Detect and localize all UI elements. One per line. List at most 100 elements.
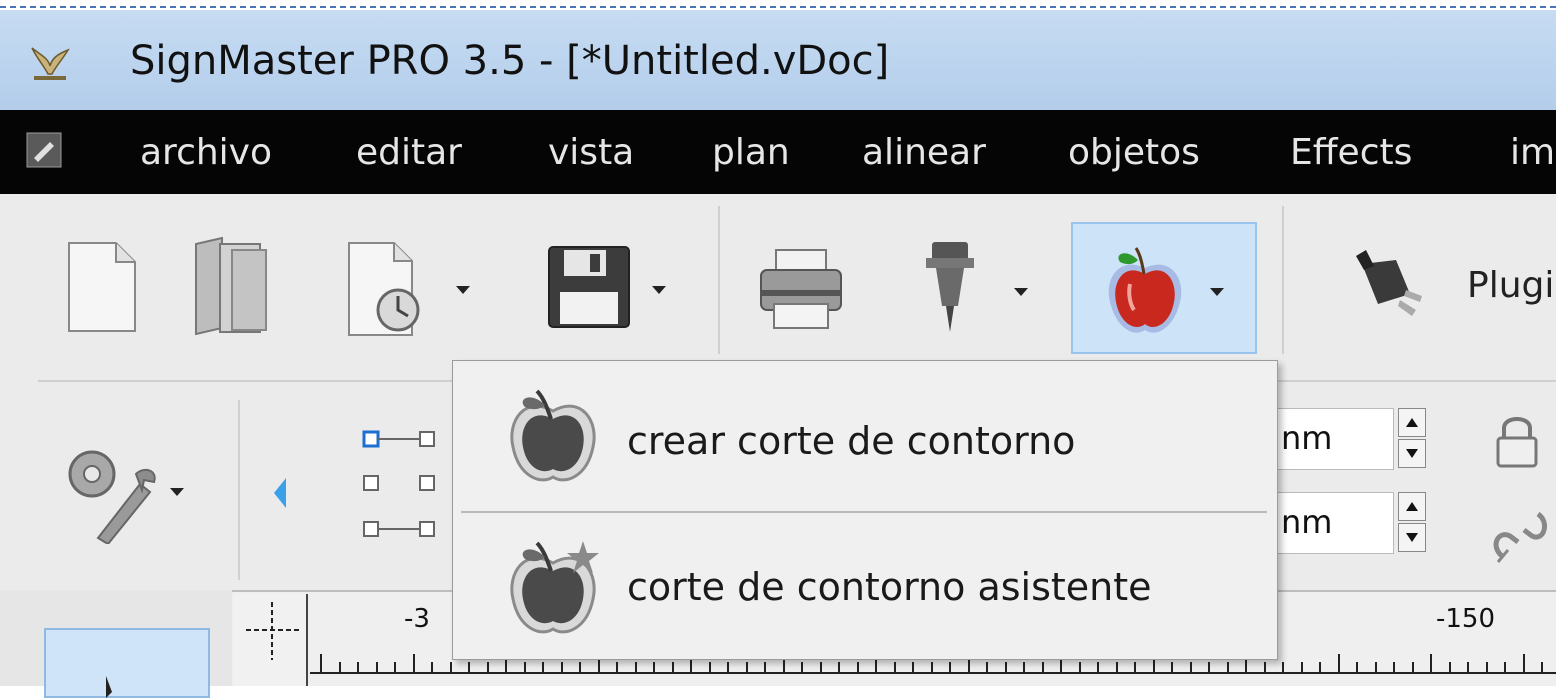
- ruler-tick: [1356, 662, 1358, 672]
- ruler-tick: [450, 662, 452, 672]
- menu-editar[interactable]: editar: [356, 132, 462, 173]
- ruler-tick: [949, 662, 951, 672]
- ruler-tick: [931, 662, 933, 672]
- ruler-origin[interactable]: [234, 594, 308, 686]
- ruler-tick: [487, 662, 489, 672]
- save-icon[interactable]: [546, 244, 632, 330]
- ruler-tick: [912, 662, 914, 672]
- ruler-tick: [672, 662, 674, 672]
- recent-dropdown-arrow[interactable]: [456, 286, 470, 294]
- window-title: SignMaster PRO 3.5 - [*Untitled.vDoc]: [130, 38, 890, 84]
- apple-wizard-icon: [510, 541, 599, 634]
- menu-effects[interactable]: Effects: [1290, 132, 1412, 173]
- ruler-tick: [413, 654, 415, 672]
- ruler-tick: [1393, 662, 1395, 672]
- ruler-tick: [1430, 654, 1432, 672]
- spin-down-button[interactable]: [1398, 523, 1426, 552]
- ruler-tick: [1097, 662, 1099, 672]
- ruler-tick: [764, 662, 766, 672]
- ruler-tick: [1208, 662, 1210, 672]
- ruler-tick: [339, 662, 341, 672]
- select-tool-button[interactable]: [44, 628, 210, 698]
- ruler-tick: [394, 662, 396, 672]
- width-field[interactable]: nm: [1274, 408, 1394, 470]
- ruler-tick: [801, 662, 803, 672]
- title-bar: SignMaster PRO 3.5 - [*Untitled.vDoc]: [0, 10, 1556, 110]
- settings-dropdown-arrow[interactable]: [170, 488, 184, 496]
- ruler-tick: [1523, 654, 1525, 672]
- ruler-tick: [1116, 662, 1118, 672]
- menu-objetos[interactable]: objetos: [1068, 132, 1200, 173]
- ruler-tick: [1190, 662, 1192, 672]
- ruler-tick: [1541, 662, 1543, 672]
- ruler-tick: [468, 662, 470, 672]
- menu-more[interactable]: im: [1510, 132, 1555, 173]
- lock-icon[interactable]: [1492, 412, 1542, 470]
- spin-down-button[interactable]: [1398, 439, 1426, 468]
- menu-app-icon[interactable]: [26, 132, 62, 168]
- ruler-tick: [746, 662, 748, 672]
- menu-item-label: corte de contorno asistente: [627, 565, 1152, 609]
- anchor-grid-icon[interactable]: [360, 426, 456, 546]
- height-field[interactable]: nm: [1274, 492, 1394, 554]
- print-icon[interactable]: [758, 248, 844, 330]
- crosshair-icon: [246, 602, 300, 660]
- save-dropdown-arrow[interactable]: [652, 286, 666, 294]
- spin-up-button[interactable]: [1398, 408, 1426, 437]
- open-folder-icon[interactable]: [192, 236, 278, 336]
- ruler-tick: [838, 662, 840, 672]
- ruler-tick: [635, 662, 637, 672]
- recent-document-icon[interactable]: [346, 240, 436, 338]
- plugin-icon[interactable]: [1352, 246, 1436, 326]
- plugin-button-label[interactable]: Plugi: [1467, 265, 1554, 306]
- ruler-tick: [579, 662, 581, 672]
- ruler-tick: [894, 662, 896, 672]
- settings-tools-icon[interactable]: [58, 444, 162, 544]
- ruler-tick: [986, 662, 988, 672]
- ruler-tick: [1375, 662, 1377, 672]
- ruler-tick: [857, 662, 859, 672]
- contour-cut-apple-icon[interactable]: [1100, 244, 1190, 340]
- ruler-tick: [1282, 662, 1284, 672]
- ruler-tick: [1264, 662, 1266, 672]
- scroll-left-icon[interactable]: [272, 476, 288, 510]
- ruler-tick: [1134, 662, 1136, 672]
- contour-cut-dropdown-arrow[interactable]: [1210, 288, 1224, 296]
- ruler-label: -3: [404, 604, 430, 634]
- menu-bar: archivo editar vista plan alinear objeto…: [0, 110, 1556, 194]
- new-document-icon[interactable]: [66, 240, 138, 334]
- width-spinner[interactable]: [1398, 408, 1428, 470]
- menu-item-create-contour-cut[interactable]: crear corte de contorno: [453, 367, 1277, 507]
- ruler-tick: [320, 654, 322, 672]
- ruler-tick: [820, 662, 822, 672]
- ruler-tick: [1449, 662, 1451, 672]
- ruler-tick: [1005, 662, 1007, 672]
- ruler-tick: [431, 662, 433, 672]
- menu-plan[interactable]: plan: [712, 132, 790, 173]
- spin-down-icon: [1406, 533, 1418, 542]
- link-icon[interactable]: [1488, 500, 1552, 570]
- spin-up-icon: [1406, 418, 1418, 427]
- ruler-tick: [1042, 662, 1044, 672]
- toolbar-separator: [718, 206, 720, 354]
- cutter-dropdown-arrow[interactable]: [1014, 288, 1028, 296]
- ruler-tick: [1319, 662, 1321, 672]
- menu-item-label: crear corte de contorno: [627, 419, 1076, 463]
- ruler-tick: [376, 662, 378, 672]
- menu-archivo[interactable]: archivo: [140, 132, 272, 173]
- ruler-tick: [524, 662, 526, 672]
- cutter-tool-icon[interactable]: [922, 240, 978, 336]
- menu-alinear[interactable]: alinear: [862, 132, 986, 173]
- spin-up-button[interactable]: [1398, 492, 1426, 521]
- ruler-tick: [709, 662, 711, 672]
- ruler-tick: [727, 662, 729, 672]
- ruler-tick: [1171, 662, 1173, 672]
- menu-vista[interactable]: vista: [548, 132, 634, 173]
- ruler-tick: [1504, 662, 1506, 672]
- ruler-tick: [1079, 662, 1081, 672]
- height-spinner[interactable]: [1398, 492, 1428, 554]
- menu-item-contour-cut-wizard[interactable]: corte de contorno asistente: [453, 517, 1277, 657]
- ruler-tick: [616, 662, 618, 672]
- ruler-baseline: [310, 672, 1556, 674]
- menu-separator: [461, 511, 1267, 513]
